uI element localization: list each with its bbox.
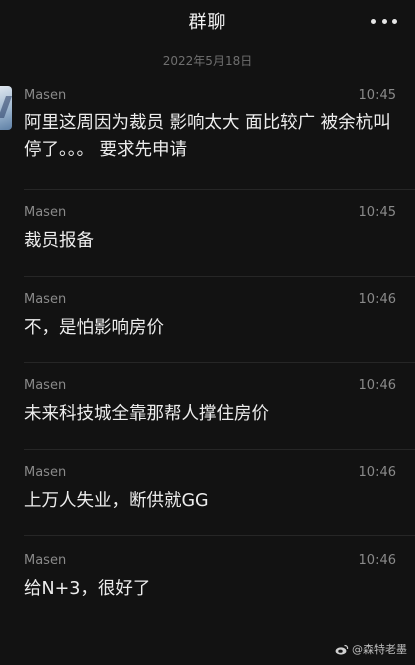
watermark: @森特老墨 [335, 641, 407, 657]
message-item[interactable]: Masen 10:45 裁员报备 [0, 205, 415, 275]
message-text: 阿里这周因为裁员 影响太大 面比较广 被余杭叫停了。。。 要求先申请 [24, 113, 391, 160]
message-text: 不，是怕影响房价 [24, 318, 164, 338]
message-sender: Masen [24, 205, 67, 220]
watermark-text: @森特老墨 [352, 643, 407, 656]
message-text: 裁员报备 [24, 231, 94, 251]
message-sender: Masen [24, 292, 67, 307]
more-dot [371, 18, 376, 24]
date-divider: 2022年5月18日 [162, 54, 253, 68]
message-time: 10:46 [358, 292, 396, 307]
message-time: 10:46 [358, 553, 396, 568]
weibo-logo-icon [335, 644, 349, 655]
message-item[interactable]: Masen 10:46 未来科技城全靠那帮人撑住房价 [0, 378, 415, 448]
message-time: 10:45 [358, 88, 396, 103]
message-sender: Masen [24, 378, 67, 393]
message-sender: Masen [24, 88, 67, 103]
message-text: 给N+3，很好了 [24, 579, 151, 599]
chat-header: 群聊 [0, 0, 415, 42]
message-divider [24, 276, 415, 277]
message-divider [24, 189, 415, 190]
message-text: 上万人失业，断供就GG [24, 491, 209, 511]
message-item[interactable]: Masen 10:46 给N+3，很好了 [0, 553, 415, 623]
message-item[interactable]: Masen 10:45 阿里这周因为裁员 影响太大 面比较广 被余杭叫停了。。。… [0, 88, 415, 180]
message-item[interactable]: Masen 10:46 不，是怕影响房价 [0, 292, 415, 362]
message-text: 未来科技城全靠那帮人撑住房价 [24, 404, 269, 424]
more-dot [392, 18, 397, 24]
message-sender: Masen [24, 465, 67, 480]
message-time: 10:45 [358, 205, 396, 220]
chat-title: 群聊 [188, 12, 227, 33]
message-sender: Masen [24, 553, 67, 568]
message-divider [24, 535, 415, 536]
more-dots-icon[interactable] [371, 13, 397, 29]
message-divider [24, 449, 415, 450]
message-divider [24, 362, 415, 363]
message-item[interactable]: Masen 10:46 上万人失业，断供就GG [0, 465, 415, 535]
message-time: 10:46 [358, 378, 396, 393]
more-dot [381, 18, 387, 24]
message-time: 10:46 [358, 465, 396, 480]
